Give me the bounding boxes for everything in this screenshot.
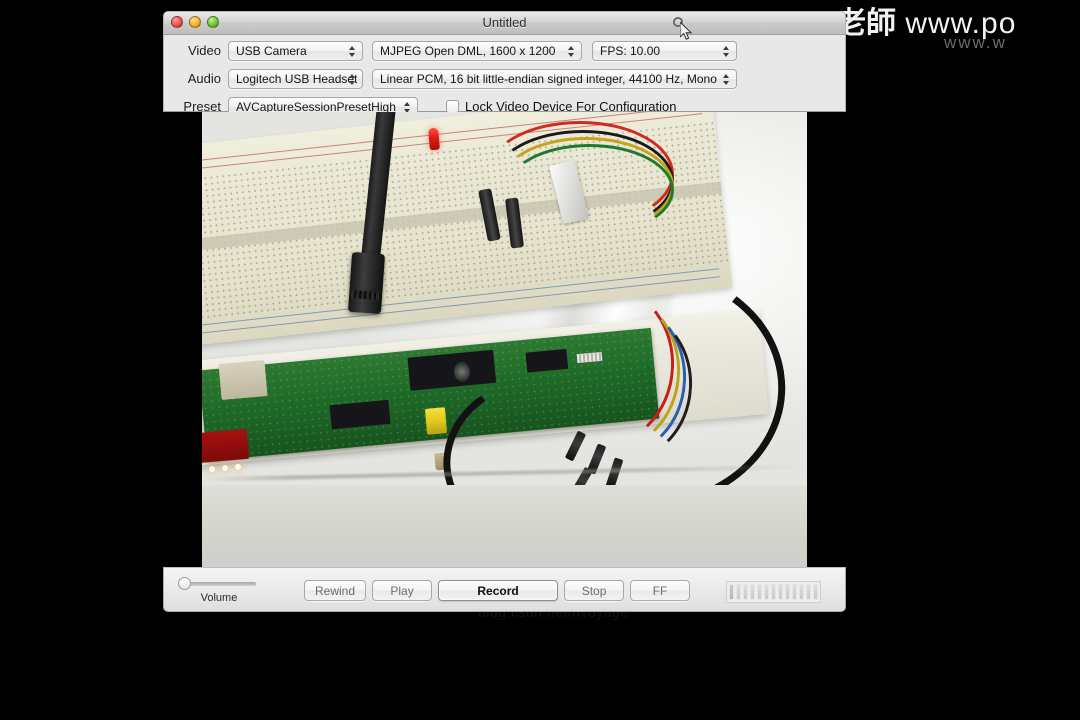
record-button[interactable]: Record [438,580,559,601]
level-meter-segment [806,584,811,600]
audio-level-meter [726,581,821,603]
chevron-updown-icon [568,44,575,59]
settings-panel: Untitled Video USB Camera MJPEG Open DML… [163,11,846,117]
level-meter-segment [764,584,769,600]
watermark-top-small: www.w [944,33,1007,52]
level-meter-segment [792,584,797,600]
level-meter-segment [750,584,755,600]
video-format-value: MJPEG Open DML, 1600 x 1200 [380,43,556,58]
settings-row-audio: Audio Logitech USB Headset Linear PCM, 1… [164,66,847,91]
level-meter-segment [736,584,741,600]
level-meter-segment [799,584,804,600]
rewind-button[interactable]: Rewind [304,580,367,601]
video-preview-area[interactable] [163,112,846,567]
video-fps-value: FPS: 10.00 [600,43,661,58]
row-label-audio: Audio [187,71,221,86]
volume-track[interactable] [178,577,256,590]
transport-bar: Volume Rewind Play Record Stop FF [163,567,846,612]
video-preview-image [202,112,807,567]
transport-buttons: Rewind Play Record Stop FF [304,580,691,601]
level-meter-segment [743,584,748,600]
search-icon[interactable] [672,16,687,31]
app-window: Untitled Video USB Camera MJPEG Open DML… [163,11,846,612]
row-label-video: Video [187,43,221,58]
audio-device-value: Logitech USB Headset [236,71,358,86]
level-meter-segment [785,584,790,600]
play-button[interactable]: Play [372,580,433,601]
volume-slider[interactable]: Volume [178,577,256,604]
ff-button[interactable]: FF [630,580,691,601]
settings-row-video: Video USB Camera MJPEG Open DML, 1600 x … [164,38,847,63]
volume-label: Volume [200,592,238,604]
video-device-popup[interactable]: USB Camera [228,40,363,61]
window-titlebar[interactable]: Untitled [164,12,845,35]
audio-format-popup[interactable]: Linear PCM, 16 bit little-endian signed … [372,68,737,89]
audio-device-popup[interactable]: Logitech USB Headset [228,68,363,89]
level-meter-segment [813,584,818,600]
audio-format-value: Linear PCM, 16 bit little-endian signed … [380,71,717,86]
settings-rows: Video USB Camera MJPEG Open DML, 1600 x … [164,35,847,119]
video-device-value: USB Camera [236,43,307,58]
volume-knob[interactable] [178,577,191,590]
level-meter-segment [771,584,776,600]
level-meter-segment [729,584,734,600]
chevron-updown-icon [349,72,356,87]
chevron-updown-icon [723,44,730,59]
video-format-popup[interactable]: MJPEG Open DML, 1600 x 1200 [372,40,582,61]
stop-button[interactable]: Stop [564,580,625,601]
chevron-updown-icon [723,72,730,87]
screen-root: 老師 www.po www.w blog.csdn.net/hvoyage Un… [0,0,1080,720]
chevron-updown-icon [349,44,356,59]
video-fps-popup[interactable]: FPS: 10.00 [592,40,737,61]
window-title: Untitled [482,15,527,30]
level-meter-segment [778,584,783,600]
level-meter-segment [757,584,762,600]
